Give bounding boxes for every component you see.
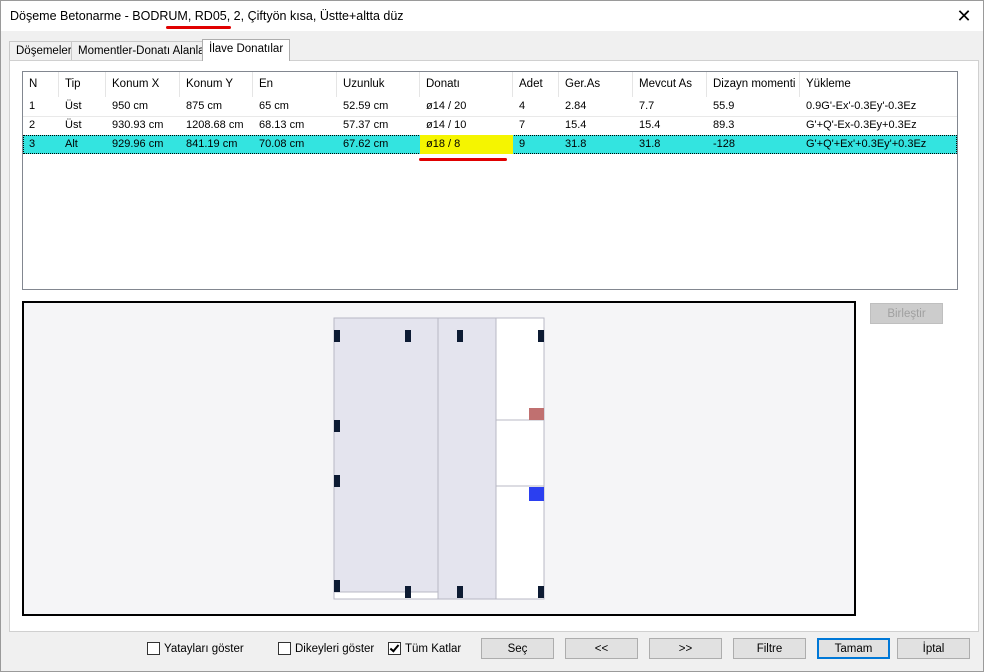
column-marker xyxy=(457,330,463,342)
title-underline-mark xyxy=(166,26,231,29)
checkbox-box[interactable] xyxy=(278,642,291,655)
cell-adet: 7 xyxy=(519,119,526,131)
red-rebar-marker xyxy=(529,408,544,420)
list-header: N Tip Konum X Konum Y En Uzunluk Donatı … xyxy=(23,72,957,97)
col-header-yukleme[interactable]: Yükleme xyxy=(800,72,957,97)
cell-tip: Üst xyxy=(65,100,82,112)
cell-yukleme: G'+Q'+Ex'+0.3Ey'+0.3Ez xyxy=(806,138,927,150)
cell-mevcut-as: 31.8 xyxy=(639,138,661,150)
cell-konum-y: 841.19 cm xyxy=(186,138,238,150)
cell-konum-x: 929.96 cm xyxy=(112,138,164,150)
col-header-konum-y[interactable]: Konum Y xyxy=(180,72,253,97)
cell-en: 70.08 cm xyxy=(259,138,305,150)
cell-en: 68.13 cm xyxy=(259,119,305,131)
blue-rebar-marker xyxy=(529,487,544,501)
window-title: Döşeme Betonarme - BODRUM, RD05, 2, Çift… xyxy=(10,9,404,23)
checkbox-box-checked[interactable] xyxy=(388,642,401,655)
cell-donati: ø14 / 20 xyxy=(426,100,467,112)
column-marker xyxy=(538,330,544,342)
col-header-konum-x[interactable]: Konum X xyxy=(106,72,180,97)
cell-en: 65 cm xyxy=(259,100,289,112)
column-marker xyxy=(538,586,544,598)
cell-uzunluk: 57.37 cm xyxy=(343,119,389,131)
cell-adet: 9 xyxy=(519,138,526,150)
next-button[interactable]: >> xyxy=(649,638,722,659)
cell-dizayn-momenti: 55.9 xyxy=(713,100,735,112)
checkbox-label: Yatayları göster xyxy=(164,643,244,655)
checkbox-label: Tüm Katlar xyxy=(405,643,462,655)
cell-tip: Alt xyxy=(65,138,78,150)
cell-n: 2 xyxy=(29,119,36,131)
cell-dizayn-momenti: 89.3 xyxy=(713,119,735,131)
filtre-button[interactable]: Filtre xyxy=(733,638,806,659)
title-bar: Döşeme Betonarme - BODRUM, RD05, 2, Çift… xyxy=(1,1,983,31)
cell-ger-as: 15.4 xyxy=(565,119,587,131)
column-marker xyxy=(334,475,340,487)
table-row[interactable]: 1 Üst 950 cm 875 cm 65 cm 52.59 cm ø14 /… xyxy=(23,97,957,117)
col-header-dizayn-momenti[interactable]: Dizayn momenti xyxy=(707,72,800,97)
sec-button[interactable]: Seç xyxy=(481,638,554,659)
donati-underline-mark xyxy=(419,158,507,161)
table-row[interactable]: 2 Üst 930.93 cm 1208.68 cm 68.13 cm 57.3… xyxy=(23,116,957,136)
close-button[interactable]: ✕ xyxy=(951,4,977,28)
cell-konum-y: 875 cm xyxy=(186,100,223,112)
slab-preview-canvas[interactable] xyxy=(22,301,856,616)
col-header-ger-as[interactable]: Ger.As xyxy=(559,72,633,97)
col-header-uzunluk[interactable]: Uzunluk xyxy=(337,72,420,97)
column-marker xyxy=(405,586,411,598)
cell-n: 1 xyxy=(29,100,36,112)
iptal-button[interactable]: İptal xyxy=(897,638,970,659)
column-marker xyxy=(334,420,340,432)
column-marker xyxy=(334,580,340,592)
cell-donati-highlighted: ø18 / 8 xyxy=(420,135,513,154)
cell-ger-as: 2.84 xyxy=(565,100,587,112)
tab-momentler[interactable]: Momentler-Donatı Alanları xyxy=(71,41,219,61)
checkbox-box[interactable] xyxy=(147,642,160,655)
slab-drawing xyxy=(24,303,854,614)
col-header-tip[interactable]: Tip xyxy=(59,72,106,97)
column-marker xyxy=(457,586,463,598)
table-row-selected[interactable]: 3 Alt 929.96 cm 841.19 cm 70.08 cm 67.62… xyxy=(23,135,957,154)
col-header-n[interactable]: N xyxy=(23,72,59,97)
cell-n: 3 xyxy=(29,138,36,150)
column-marker xyxy=(334,330,340,342)
cell-uzunluk: 52.59 cm xyxy=(343,100,389,112)
cell-konum-y: 1208.68 cm xyxy=(186,119,244,131)
cell-dizayn-momenti: -128 xyxy=(713,138,736,150)
cell-adet: 4 xyxy=(519,100,526,112)
cell-mevcut-as: 7.7 xyxy=(639,100,655,112)
cell-yukleme: 0.9G'-Ex'-0.3Ey'-0.3Ez xyxy=(806,100,917,112)
cell-yukleme: G'+Q'-Ex-0.3Ey+0.3Ez xyxy=(806,119,917,131)
cell-tip: Üst xyxy=(65,119,82,131)
tamam-button[interactable]: Tamam xyxy=(817,638,890,659)
tab-ilave-donatilar[interactable]: İlave Donatılar xyxy=(202,39,291,61)
col-header-en[interactable]: En xyxy=(253,72,337,97)
cell-uzunluk: 67.62 cm xyxy=(343,138,389,150)
cell-konum-x: 930.93 cm xyxy=(112,119,164,131)
slab-panel-shaded xyxy=(333,317,497,600)
birlestir-button[interactable]: Birleştir xyxy=(870,303,943,324)
cell-konum-x: 950 cm xyxy=(112,100,149,112)
cell-mevcut-as: 15.4 xyxy=(639,119,661,131)
previous-button[interactable]: << xyxy=(565,638,638,659)
col-header-mevcut-as[interactable]: Mevcut As xyxy=(633,72,707,97)
col-header-donati[interactable]: Donatı xyxy=(420,72,513,97)
cell-donati: ø14 / 10 xyxy=(426,119,467,131)
tab-dosemeler[interactable]: Döşemeler xyxy=(9,41,79,61)
col-header-adet[interactable]: Adet xyxy=(513,72,559,97)
cell-ger-as: 31.8 xyxy=(565,138,587,150)
donati-list[interactable]: N Tip Konum X Konum Y En Uzunluk Donatı … xyxy=(22,71,958,290)
column-marker xyxy=(405,330,411,342)
checkbox-label: Dikeyleri göster xyxy=(295,643,375,655)
